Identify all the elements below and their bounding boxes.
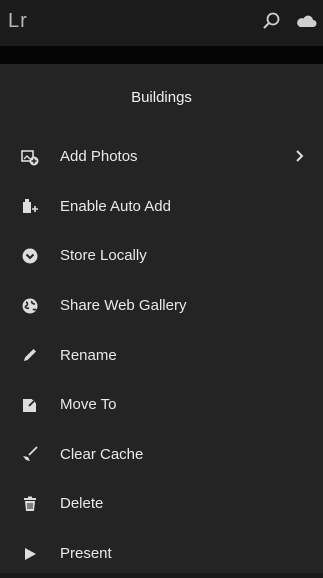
menu-item-move-to[interactable]: Move To <box>0 380 323 430</box>
chevron-right-icon <box>295 147 305 165</box>
menu-item-label: Present <box>60 545 112 563</box>
menu-item-label: Share Web Gallery <box>60 297 187 315</box>
menu-item-store-locally[interactable]: Store Locally <box>0 231 323 281</box>
menu-item-label: Rename <box>60 346 117 364</box>
menu-list: Add Photos Enable Auto Add Store Locally… <box>0 132 323 578</box>
search-icon[interactable] <box>261 10 283 32</box>
menu-item-clear-cache[interactable]: Clear Cache <box>0 430 323 480</box>
header-divider <box>0 46 323 64</box>
move-to-icon <box>20 395 40 415</box>
menu-item-label: Delete <box>60 495 104 513</box>
share-globe-icon <box>20 296 40 316</box>
menu-item-label: Move To <box>60 396 117 414</box>
broom-icon <box>20 444 40 464</box>
menu-item-label: Add Photos <box>60 148 138 166</box>
menu-item-present[interactable]: Present <box>0 529 323 578</box>
pencil-icon <box>20 345 40 365</box>
menu-item-delete[interactable]: Delete <box>0 479 323 529</box>
menu-item-add-photos[interactable]: Add Photos <box>0 132 323 182</box>
menu-item-enable-auto-add[interactable]: Enable Auto Add <box>0 182 323 232</box>
menu-title: Buildings <box>131 89 192 106</box>
menu-item-label: Store Locally <box>60 247 147 265</box>
play-icon <box>20 544 40 564</box>
menu-item-label: Clear Cache <box>60 445 144 463</box>
album-context-menu: Buildings Add Photos Enable Auto Add Sto… <box>0 64 323 573</box>
menu-item-rename[interactable]: Rename <box>0 330 323 380</box>
top-bar: Lr <box>0 0 323 46</box>
store-locally-icon <box>20 246 40 266</box>
auto-add-icon <box>20 196 40 216</box>
app-logo: Lr <box>8 10 28 32</box>
menu-item-share-web-gallery[interactable]: Share Web Gallery <box>0 281 323 331</box>
menu-item-label: Enable Auto Add <box>60 197 171 215</box>
add-photos-icon <box>20 147 40 167</box>
trash-icon <box>20 494 40 514</box>
cloud-icon[interactable] <box>295 10 317 32</box>
